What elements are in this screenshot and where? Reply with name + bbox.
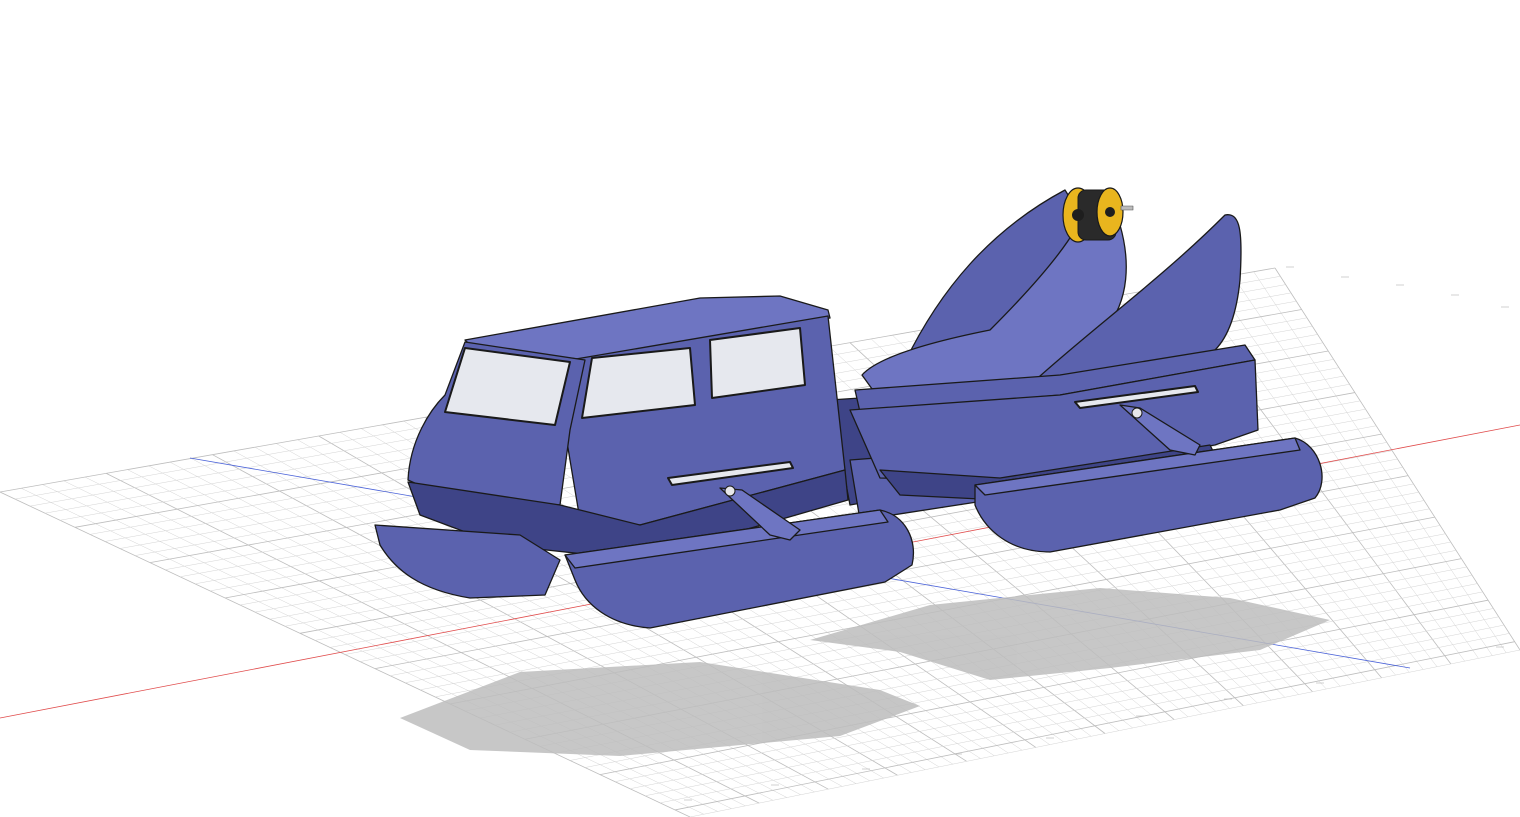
canvas-viewport[interactable] [0, 0, 1520, 817]
windshield [444, 347, 571, 426]
hovercraft-model[interactable] [374, 187, 1323, 629]
front-pivot [724, 485, 736, 497]
rear-pivot [1131, 407, 1143, 419]
side-window-1 [581, 347, 696, 419]
3d-scene[interactable] [0, 0, 1520, 817]
ground-shadow [400, 588, 1330, 756]
side-window-2 [709, 327, 806, 399]
